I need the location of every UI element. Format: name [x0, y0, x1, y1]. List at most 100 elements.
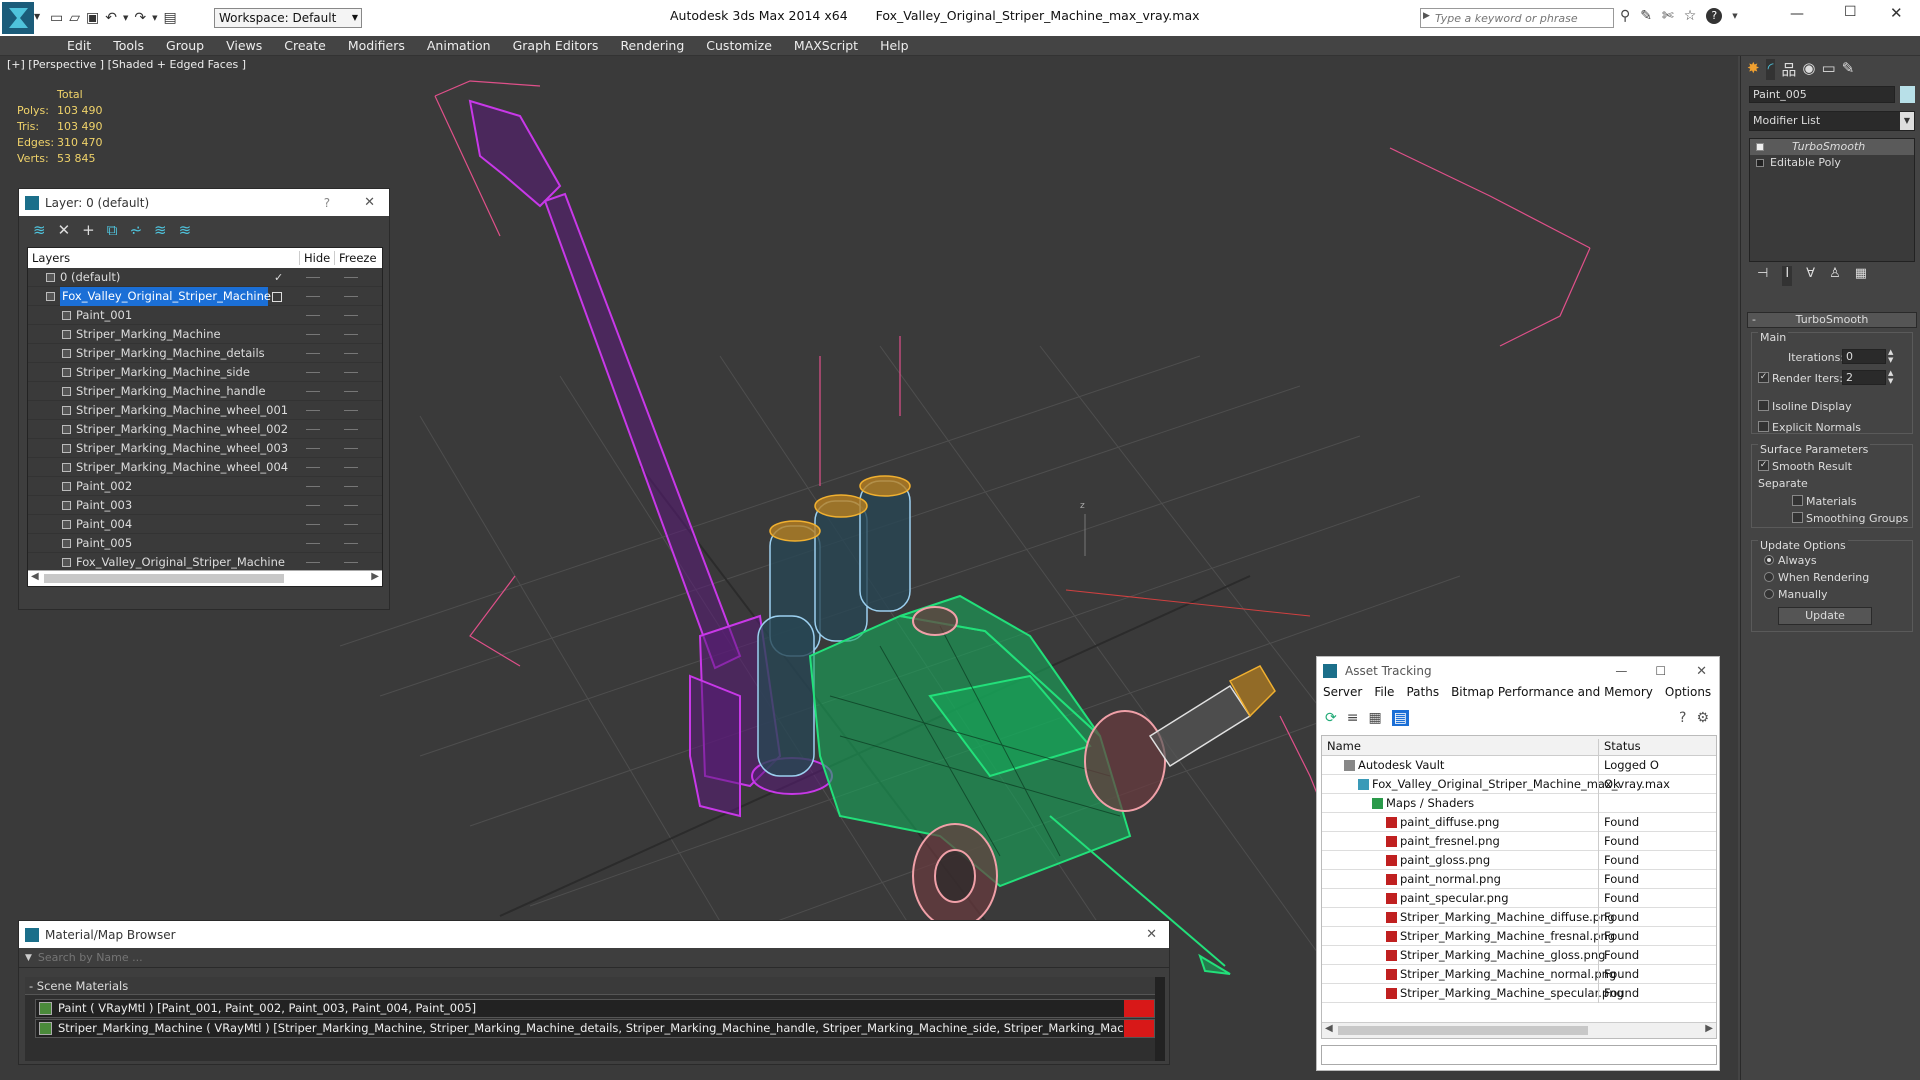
help-icon[interactable]: ?: [1679, 710, 1686, 726]
freeze-toggle[interactable]: [344, 315, 358, 316]
asset-tracking-titlebar[interactable]: Asset Tracking — ☐ ✕: [1317, 657, 1719, 685]
hide-toggle[interactable]: [306, 448, 320, 449]
smooth-result-checkbox[interactable]: ✓: [1758, 460, 1769, 471]
asset-row[interactable]: paint_fresnel.png Found: [1322, 832, 1716, 851]
freeze-toggle[interactable]: [344, 467, 358, 468]
name-column-header[interactable]: Name: [1327, 739, 1361, 753]
layer-list-scrollbar[interactable]: ◀ ▶: [28, 570, 382, 586]
freeze-toggle[interactable]: [344, 486, 358, 487]
layer-object-row[interactable]: Paint_003: [28, 496, 382, 515]
new-file-icon[interactable]: ▭: [50, 10, 63, 26]
asset-row[interactable]: Striper_Marking_Machine_fresnal.png Found: [1322, 927, 1716, 946]
asset-menu-file[interactable]: File: [1374, 685, 1394, 699]
menu-customize[interactable]: Customize: [695, 36, 783, 56]
scroll-left-icon[interactable]: ◀: [1325, 1023, 1333, 1034]
help-icon[interactable]: ?: [1706, 8, 1723, 24]
freeze-toggle[interactable]: [344, 353, 358, 354]
new-layer-icon[interactable]: ≋: [33, 221, 46, 239]
iterations-spinner[interactable]: 0: [1842, 349, 1886, 364]
material-item[interactable]: Striper_Marking_Machine ( VRayMtl ) [Str…: [35, 1019, 1155, 1038]
spinner-arrows-icon[interactable]: ▲ ▼: [1888, 369, 1893, 385]
object-color-swatch[interactable]: [1900, 86, 1915, 103]
material-item[interactable]: Paint ( VRayMtl ) [Paint_001, Paint_002,…: [35, 999, 1155, 1018]
options-dropdown-icon[interactable]: ▼: [25, 953, 32, 963]
layer-object-row[interactable]: Paint_001: [28, 306, 382, 325]
scroll-right-icon[interactable]: ▶: [371, 571, 379, 582]
layer-object-row[interactable]: Striper_Marking_Machine: [28, 325, 382, 344]
project-folder-icon[interactable]: ▤: [164, 10, 177, 26]
layer-row[interactable]: 0 (default) ✓: [28, 268, 382, 287]
configure-sets-icon[interactable]: ▦: [1855, 266, 1867, 286]
separate-smoothing-groups-checkbox[interactable]: [1792, 512, 1803, 523]
scene-materials-header[interactable]: - Scene Materials: [25, 977, 1165, 995]
asset-path-field[interactable]: [1321, 1045, 1717, 1065]
freeze-column-header[interactable]: Freeze: [334, 251, 377, 265]
turbosmooth-rollout-header[interactable]: - TurboSmooth: [1747, 312, 1917, 328]
layer-object-row[interactable]: Striper_Marking_Machine_details: [28, 344, 382, 363]
layer-object-row[interactable]: Striper_Marking_Machine_wheel_002: [28, 420, 382, 439]
hide-toggle[interactable]: [306, 372, 320, 373]
maximize-icon[interactable]: ☐: [1655, 664, 1666, 678]
binoculars-icon[interactable]: ⚲: [1620, 8, 1630, 24]
asset-row[interactable]: paint_gloss.png Found: [1322, 851, 1716, 870]
menu-edit[interactable]: Edit: [56, 36, 102, 56]
hierarchy-tab-icon[interactable]: 品: [1781, 59, 1796, 80]
hide-toggle[interactable]: [306, 429, 320, 430]
current-layer-check-icon[interactable]: ✓: [274, 268, 283, 287]
material-search-input[interactable]: [37, 949, 1169, 966]
layer-object-row[interactable]: Striper_Marking_Machine_wheel_004: [28, 458, 382, 477]
material-scrollbar[interactable]: [1155, 977, 1165, 1061]
hide-toggle[interactable]: [306, 505, 320, 506]
refresh-icon[interactable]: ⟳: [1325, 710, 1337, 726]
scroll-thumb[interactable]: [1338, 1026, 1588, 1035]
menu-rendering[interactable]: Rendering: [609, 36, 695, 56]
menu-views[interactable]: Views: [215, 36, 273, 56]
scroll-left-icon[interactable]: ◀: [31, 571, 39, 582]
freeze-toggle[interactable]: [344, 448, 358, 449]
close-icon[interactable]: ✕: [1696, 664, 1707, 679]
current-layer-checkbox[interactable]: [272, 292, 282, 302]
freeze-toggle[interactable]: [344, 391, 358, 392]
layer-object-row[interactable]: Paint_005: [28, 534, 382, 553]
hide-all-icon[interactable]: ≋: [154, 221, 167, 239]
list-view-icon[interactable]: ≡: [1347, 710, 1359, 726]
light-bulb-icon[interactable]: [1756, 143, 1764, 151]
expand-icon[interactable]: [1756, 159, 1764, 167]
asset-row[interactable]: paint_normal.png Found: [1322, 870, 1716, 889]
freeze-toggle[interactable]: [344, 277, 358, 278]
hide-toggle[interactable]: [306, 391, 320, 392]
layer-object-row[interactable]: Paint_002: [28, 477, 382, 496]
close-icon[interactable]: ✕: [1146, 927, 1157, 942]
subscription-icon[interactable]: ✎: [1640, 8, 1652, 24]
workspace-dropdown[interactable]: Workspace: Default ▼: [214, 8, 362, 28]
update-button[interactable]: Update: [1778, 607, 1872, 625]
settings-icon[interactable]: ⚙: [1696, 710, 1709, 726]
asset-row[interactable]: paint_diffuse.png Found: [1322, 813, 1716, 832]
hide-toggle[interactable]: [306, 334, 320, 335]
hide-toggle[interactable]: [306, 524, 320, 525]
select-objects-icon[interactable]: ⧉: [107, 221, 118, 239]
layer-object-row[interactable]: Striper_Marking_Machine_handle: [28, 382, 382, 401]
asset-menu-options[interactable]: Options: [1665, 685, 1711, 699]
hide-toggle[interactable]: [306, 296, 320, 297]
close-icon[interactable]: ✕: [364, 195, 375, 210]
freeze-toggle[interactable]: [344, 410, 358, 411]
motion-tab-icon[interactable]: ◉: [1802, 59, 1815, 80]
open-file-icon[interactable]: ▱: [69, 10, 80, 26]
isoline-display-checkbox[interactable]: [1758, 400, 1769, 411]
object-name-field[interactable]: Paint_005: [1749, 86, 1895, 103]
modify-tab-icon[interactable]: ◜: [1765, 59, 1776, 80]
search-expand-icon[interactable]: ▶: [1423, 11, 1430, 21]
stack-item-turbosmooth[interactable]: TurboSmooth: [1750, 139, 1914, 155]
redo-icon[interactable]: ↷: [134, 10, 146, 26]
hide-toggle[interactable]: [306, 467, 320, 468]
menu-group[interactable]: Group: [155, 36, 215, 56]
asset-row[interactable]: paint_specular.png Found: [1322, 889, 1716, 908]
menu-maxscript[interactable]: MAXScript: [783, 36, 869, 56]
freeze-toggle[interactable]: [344, 372, 358, 373]
freeze-toggle[interactable]: [344, 524, 358, 525]
freeze-toggle[interactable]: [344, 334, 358, 335]
undo-icon[interactable]: ↶: [105, 10, 117, 26]
save-icon[interactable]: ▣: [86, 10, 99, 26]
manually-radio[interactable]: [1764, 589, 1774, 599]
